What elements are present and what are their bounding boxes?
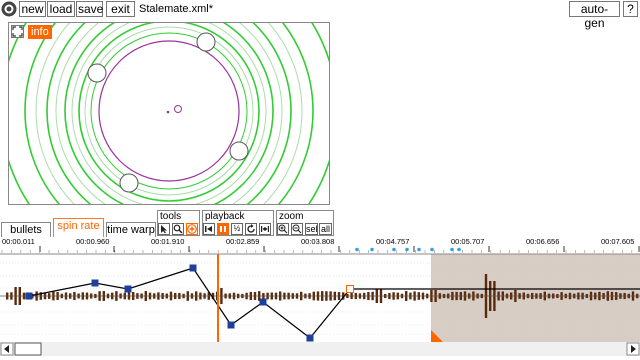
- spin-point[interactable]: [124, 285, 132, 293]
- spin-point[interactable]: [259, 298, 267, 306]
- spin-point[interactable]: [25, 292, 33, 300]
- event-marker: [450, 247, 454, 252]
- event-marker: [417, 247, 421, 252]
- ruler-tick-label: 00:04.757: [376, 237, 409, 246]
- scroll-thumb[interactable]: [14, 342, 42, 356]
- ruler-tick-label: 00:05.707: [451, 237, 484, 246]
- spin-point[interactable]: [227, 321, 235, 329]
- ruler-tick-label: 00:00.011: [2, 237, 35, 246]
- timeline-editor[interactable]: 00:00.011 00:00.960 00:01.910 00:02.859 00:0…: [0, 0, 640, 342]
- spin-point[interactable]: [306, 334, 314, 342]
- ruler-tick-label: 00:03.808: [301, 237, 334, 246]
- event-marker: [355, 247, 359, 252]
- ruler-tick-label: 00:02.859: [226, 237, 259, 246]
- event-marker: [392, 247, 396, 252]
- spin-point-selected[interactable]: [346, 285, 354, 293]
- event-marker: [405, 247, 409, 252]
- ruler-tick-label: 00:07.605: [601, 237, 634, 246]
- ruler-tick-label: 00:00.960: [76, 237, 109, 246]
- event-marker: [457, 247, 461, 252]
- spin-point[interactable]: [189, 264, 197, 272]
- event-marker: [430, 247, 434, 252]
- event-marker: [370, 247, 374, 252]
- ruler-tick-label: 00:06.656: [526, 237, 559, 246]
- ruler-tick-label: 00:01.910: [151, 237, 184, 246]
- spin-point[interactable]: [91, 279, 99, 287]
- timeline-scrollbar[interactable]: [0, 342, 640, 356]
